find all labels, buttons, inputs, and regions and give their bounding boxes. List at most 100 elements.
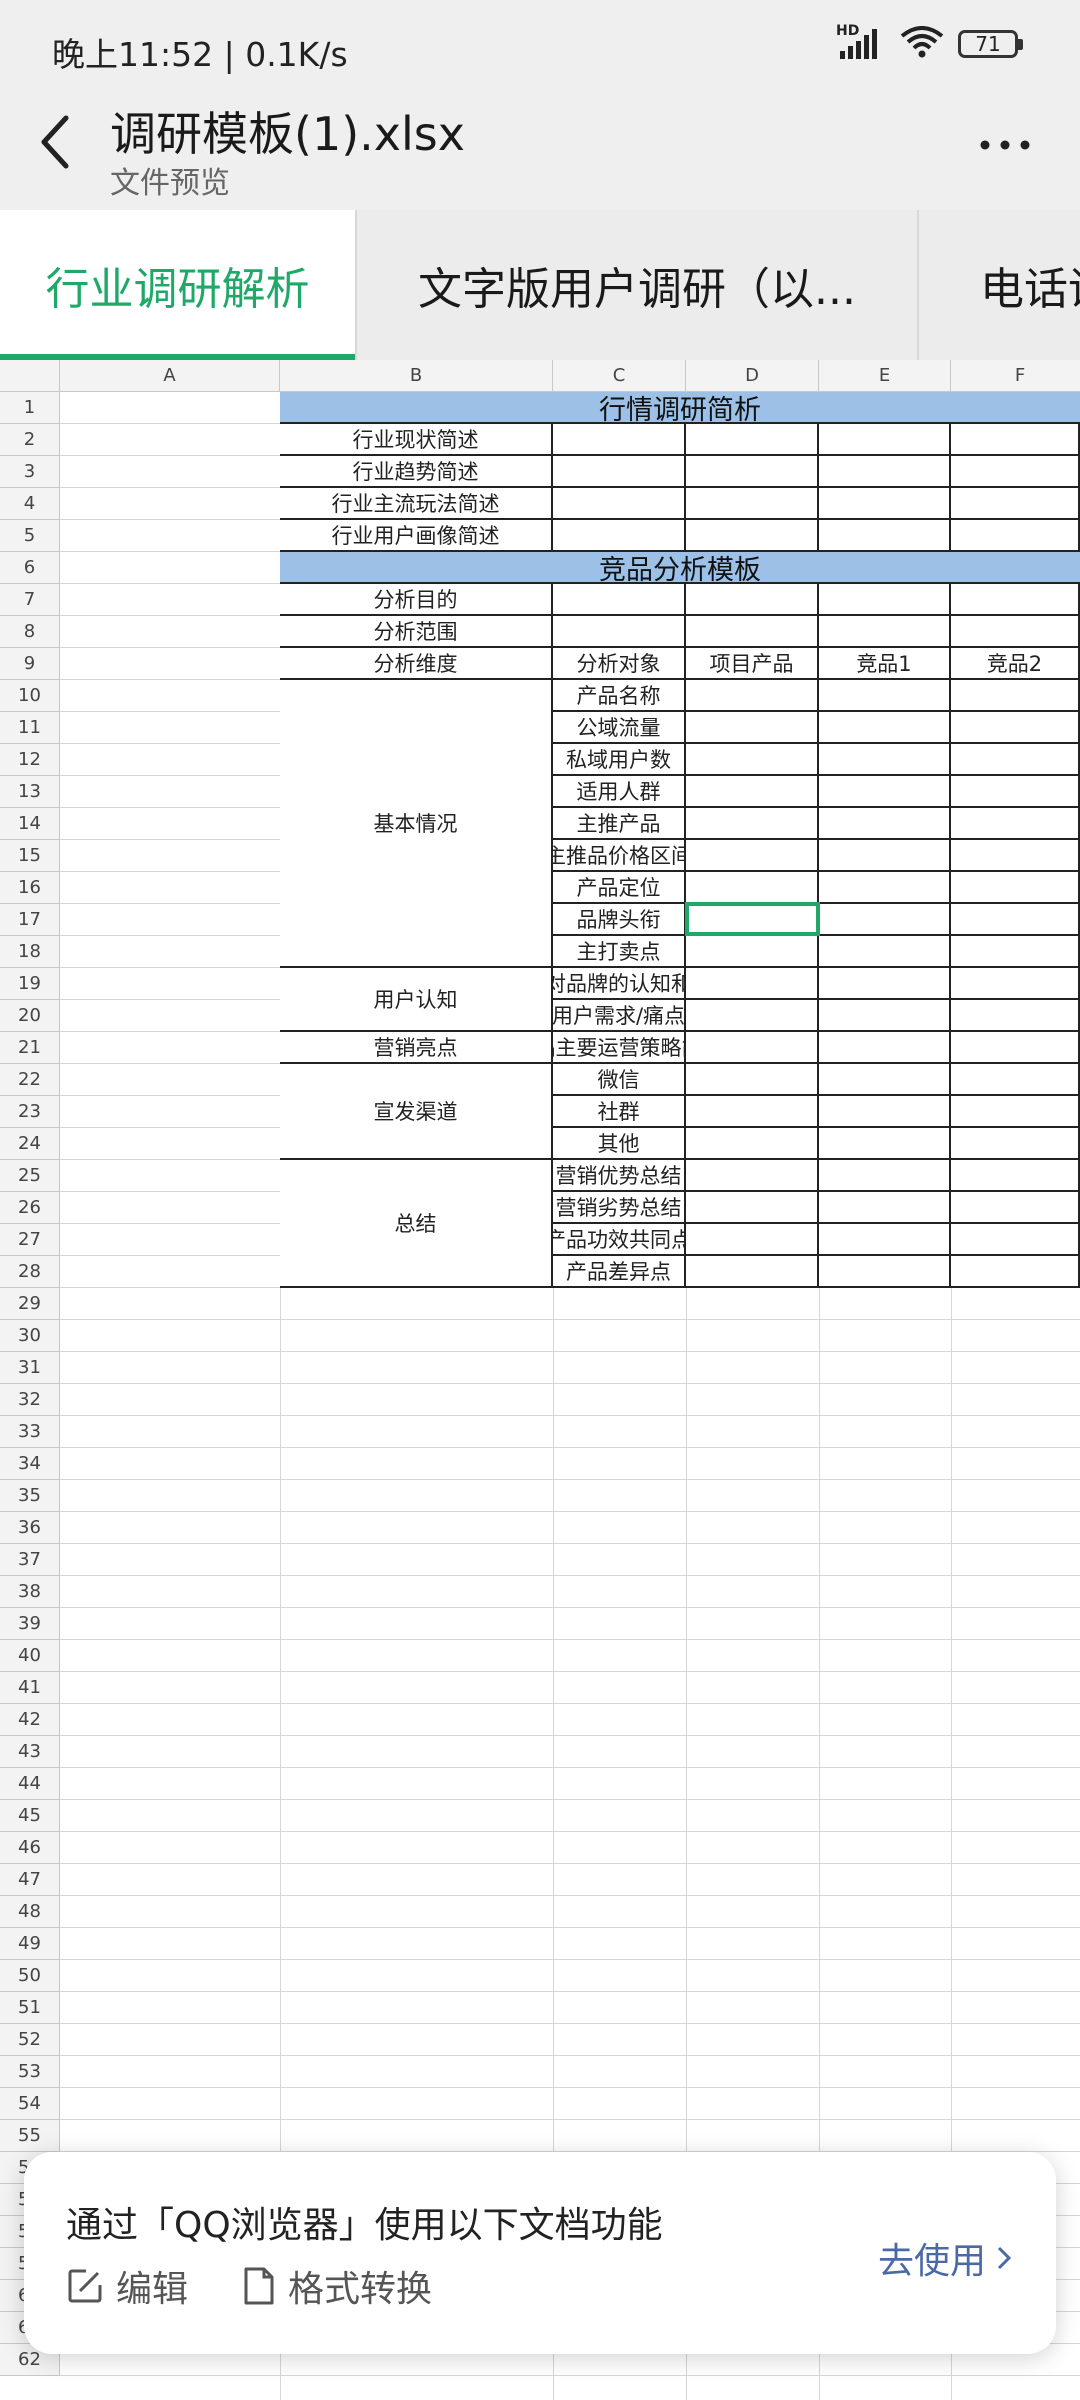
empty-cell[interactable] xyxy=(819,1160,951,1192)
row-header[interactable]: 3 xyxy=(0,456,60,488)
empty-cell[interactable] xyxy=(951,424,1080,456)
row-header[interactable]: 24 xyxy=(0,1128,60,1160)
tab-industry-analysis[interactable]: 行业调研解析 xyxy=(0,210,355,360)
empty-cell[interactable] xyxy=(686,520,819,552)
header-cell[interactable]: 项目产品 xyxy=(686,648,819,680)
empty-cell[interactable] xyxy=(819,1192,951,1224)
item-cell[interactable]: 营销优势总结 xyxy=(553,1160,686,1192)
edit-option[interactable]: 编辑 xyxy=(66,2260,188,2312)
label-cell[interactable]: 分析范围 xyxy=(280,616,553,648)
empty-cell[interactable] xyxy=(686,1032,819,1064)
row-header[interactable]: 43 xyxy=(0,1736,60,1768)
empty-cell[interactable] xyxy=(819,840,951,872)
empty-cell[interactable] xyxy=(686,456,819,488)
empty-cell[interactable] xyxy=(819,776,951,808)
column-header-c[interactable]: C xyxy=(553,360,686,392)
empty-cell[interactable] xyxy=(686,1064,819,1096)
row-header[interactable]: 39 xyxy=(0,1608,60,1640)
empty-cell[interactable] xyxy=(819,1256,951,1288)
empty-cell[interactable] xyxy=(819,808,951,840)
row-header[interactable]: 41 xyxy=(0,1672,60,1704)
row-header[interactable]: 27 xyxy=(0,1224,60,1256)
empty-cell[interactable] xyxy=(951,872,1080,904)
empty-cell[interactable] xyxy=(951,680,1080,712)
empty-cell[interactable] xyxy=(819,520,951,552)
item-cell[interactable]: 微信 xyxy=(553,1064,686,1096)
tab-phone-research[interactable]: 电话调 xyxy=(980,210,1080,360)
group-label-cell[interactable]: 总结 xyxy=(280,1160,553,1288)
empty-cell[interactable] xyxy=(819,680,951,712)
label-cell[interactable]: 分析目的 xyxy=(280,584,553,616)
empty-cell[interactable] xyxy=(553,584,686,616)
item-cell[interactable]: 主推品价格区间 xyxy=(553,840,686,872)
empty-cell[interactable] xyxy=(686,1128,819,1160)
empty-cell[interactable] xyxy=(686,616,819,648)
row-header[interactable]: 48 xyxy=(0,1896,60,1928)
empty-cell[interactable] xyxy=(686,872,819,904)
empty-cell[interactable] xyxy=(686,1224,819,1256)
row-header[interactable]: 40 xyxy=(0,1640,60,1672)
go-use-button[interactable]: 去使用 xyxy=(878,2232,1014,2284)
empty-cell[interactable] xyxy=(686,584,819,616)
item-cell[interactable]: 适用人群 xyxy=(553,776,686,808)
item-cell[interactable]: 用户对品牌的认知和评价 xyxy=(553,968,686,1000)
empty-cell[interactable] xyxy=(553,456,686,488)
empty-cell[interactable] xyxy=(553,488,686,520)
row-header[interactable]: 1 xyxy=(0,392,60,424)
item-cell[interactable]: 产品定位 xyxy=(553,872,686,904)
row-header[interactable]: 53 xyxy=(0,2056,60,2088)
empty-cell[interactable] xyxy=(951,456,1080,488)
row-header[interactable]: 25 xyxy=(0,1160,60,1192)
empty-cell[interactable] xyxy=(686,776,819,808)
row-header[interactable]: 26 xyxy=(0,1192,60,1224)
item-cell[interactable]: 营销劣势总结 xyxy=(553,1192,686,1224)
empty-cell[interactable] xyxy=(951,1256,1080,1288)
row-header[interactable]: 36 xyxy=(0,1512,60,1544)
back-arrow-icon[interactable] xyxy=(36,112,72,172)
row-header[interactable]: 50 xyxy=(0,1960,60,1992)
empty-cell[interactable] xyxy=(951,1064,1080,1096)
empty-cell[interactable] xyxy=(951,1160,1080,1192)
row-header[interactable]: 52 xyxy=(0,2024,60,2056)
empty-cell[interactable] xyxy=(951,840,1080,872)
row-header[interactable]: 21 xyxy=(0,1032,60,1064)
column-header-a[interactable]: A xyxy=(60,360,280,392)
empty-cell[interactable] xyxy=(686,744,819,776)
empty-cell[interactable] xyxy=(819,712,951,744)
row-header[interactable]: 10 xyxy=(0,680,60,712)
empty-cell[interactable] xyxy=(819,936,951,968)
row-header[interactable]: 12 xyxy=(0,744,60,776)
empty-cell[interactable] xyxy=(819,744,951,776)
row-header[interactable]: 23 xyxy=(0,1096,60,1128)
empty-cell[interactable] xyxy=(686,712,819,744)
empty-cell[interactable] xyxy=(686,808,819,840)
row-header[interactable]: 35 xyxy=(0,1480,60,1512)
empty-cell[interactable] xyxy=(951,904,1080,936)
group-label-cell[interactable]: 宣发渠道 xyxy=(280,1064,553,1160)
convert-option[interactable]: 格式转换 xyxy=(242,2260,432,2312)
empty-cell[interactable] xyxy=(819,1064,951,1096)
row-header[interactable]: 42 xyxy=(0,1704,60,1736)
row-header[interactable]: 2 xyxy=(0,424,60,456)
item-cell[interactable]: 品牌头衔 xyxy=(553,904,686,936)
empty-cell[interactable] xyxy=(951,1096,1080,1128)
row-header[interactable]: 20 xyxy=(0,1000,60,1032)
empty-cell[interactable] xyxy=(951,712,1080,744)
section-title-competitor[interactable]: 竞品分析模板 xyxy=(280,552,1080,584)
column-header-b[interactable]: B xyxy=(280,360,553,392)
row-header[interactable]: 19 xyxy=(0,968,60,1000)
empty-cell[interactable] xyxy=(951,1000,1080,1032)
column-header-e[interactable]: E xyxy=(819,360,951,392)
row-header[interactable]: 15 xyxy=(0,840,60,872)
empty-cell[interactable] xyxy=(819,1128,951,1160)
empty-cell[interactable] xyxy=(951,936,1080,968)
row-header[interactable]: 51 xyxy=(0,1992,60,2024)
label-cell[interactable]: 行业用户画像简述 xyxy=(280,520,553,552)
empty-cell[interactable] xyxy=(819,904,951,936)
empty-cell[interactable] xyxy=(951,1032,1080,1064)
empty-cell[interactable] xyxy=(819,872,951,904)
empty-cell[interactable] xyxy=(819,488,951,520)
empty-cell[interactable] xyxy=(553,520,686,552)
row-header[interactable]: 14 xyxy=(0,808,60,840)
header-cell[interactable]: 分析维度 xyxy=(280,648,553,680)
